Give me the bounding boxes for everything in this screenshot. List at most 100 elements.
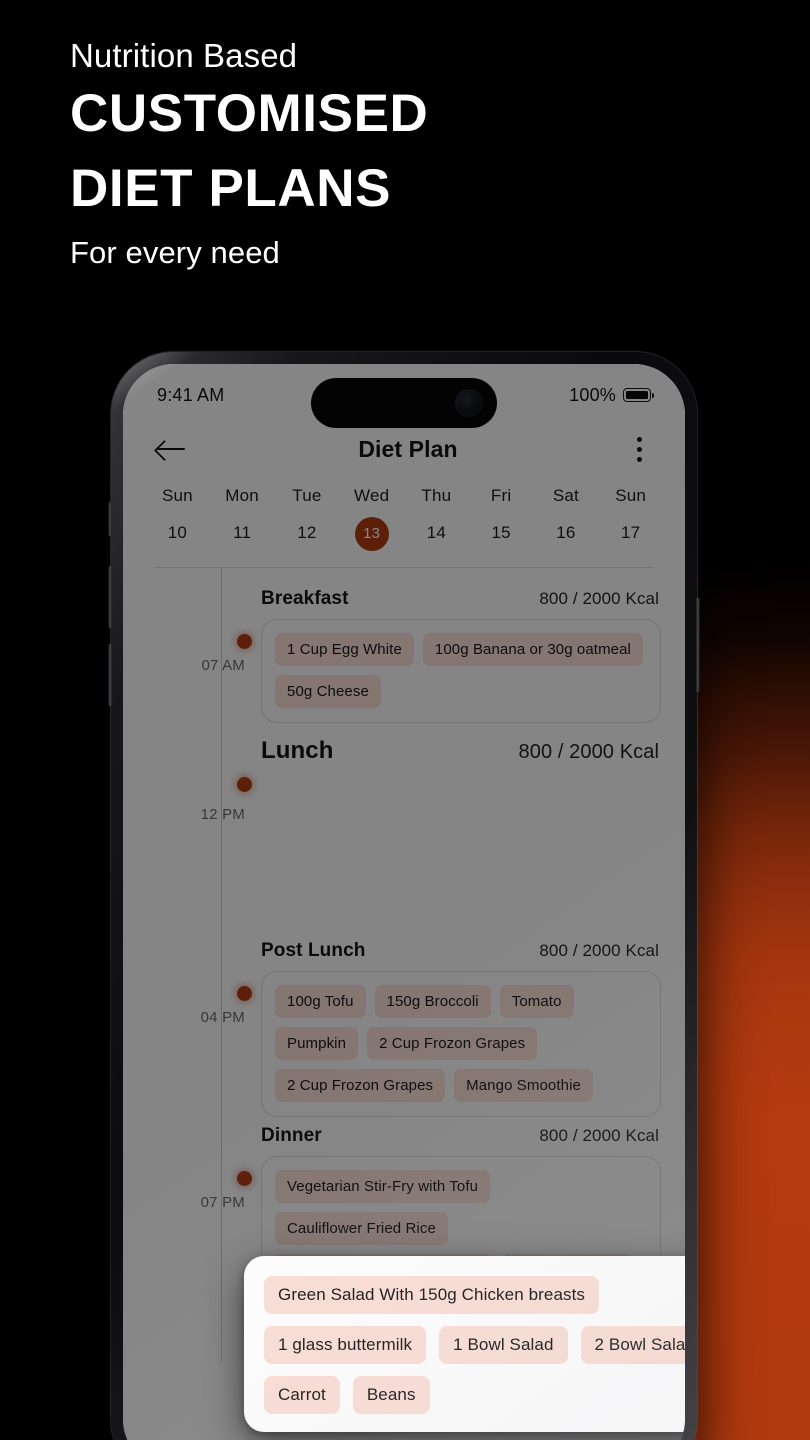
popover-item-chip[interactable]: 1 Bowl Salad xyxy=(439,1326,568,1364)
lunch-items-popover: Green Salad With 150g Chicken breasts 1 … xyxy=(244,1256,685,1432)
meal-time-column: 07 AM xyxy=(145,619,245,674)
meal-items-card xyxy=(261,774,661,934)
meal-calories: 800 / 2000 Kcal xyxy=(518,741,659,763)
date-cell-12[interactable]: 12 xyxy=(275,523,340,543)
meal-item-chip[interactable]: 100g Tofu xyxy=(275,985,366,1018)
weekday-label: Wed xyxy=(354,486,390,505)
volume-down-button[interactable] xyxy=(108,644,112,706)
date-cell-11[interactable]: 11 xyxy=(210,523,275,543)
weekday-label: Sun xyxy=(161,486,193,505)
meal-item-chip[interactable]: Vegetarian Stir-Fry with Tofu xyxy=(275,1170,491,1203)
timeline-dot-icon xyxy=(237,777,252,792)
weekday-label: Fri xyxy=(490,486,512,505)
meal-item-chip[interactable]: 2 Cup Frozon Grapes xyxy=(367,1027,538,1060)
weekday-label: Sat xyxy=(552,486,579,505)
date-label: 15 xyxy=(491,523,511,542)
popover-item-chip[interactable]: 2 Bowl Salad xyxy=(580,1326,685,1364)
app-bar: Diet Plan xyxy=(123,426,685,474)
meal-section-lunch: Lunch 800 / 2000 Kcal 12 PM xyxy=(145,737,663,934)
meal-item-chip[interactable]: Tomato xyxy=(499,985,574,1018)
meal-item-chip[interactable]: 1 Cup Egg White xyxy=(275,633,414,666)
headline-line-2: DIET PLANS xyxy=(70,158,392,218)
weekday-cell: Fri xyxy=(469,486,534,506)
ambient-glow-bottom xyxy=(690,640,810,1440)
date-label: 11 xyxy=(233,523,252,542)
meal-title: Dinner xyxy=(261,1125,322,1146)
meal-header: Breakfast 800 / 2000 Kcal xyxy=(145,588,663,610)
meal-item-chip[interactable]: Cauliflower Fried Rice xyxy=(275,1212,448,1245)
popover-item-chip[interactable]: Green Salad With 150g Chicken breasts xyxy=(264,1276,600,1314)
headline-subtitle: For every need xyxy=(70,235,280,271)
date-label: 16 xyxy=(556,523,576,542)
meal-time-label: 07 PM xyxy=(200,1194,245,1211)
meal-time-column: 07 PM xyxy=(145,1156,245,1211)
timeline-dot-icon xyxy=(237,1171,252,1186)
timeline-dot-icon xyxy=(237,986,252,1001)
meal-time-column: 12 PM xyxy=(145,774,245,823)
status-bar-time: 9:41 AM xyxy=(157,384,225,405)
meal-calories: 800 / 2000 Kcal xyxy=(539,1126,659,1145)
headline-block: Nutrition Based CUSTOMISED DIET PLANS Fo… xyxy=(70,36,730,273)
silent-switch-button[interactable] xyxy=(108,502,112,536)
popover-item-chip[interactable]: Carrot xyxy=(264,1376,340,1414)
date-cell-15[interactable]: 15 xyxy=(469,523,534,543)
weekday-label: Tue xyxy=(292,486,322,505)
weekday-cell: Wed xyxy=(339,486,404,506)
volume-up-button[interactable] xyxy=(108,566,112,628)
weekday-cell: Sat xyxy=(534,486,599,506)
meal-time-label: 12 PM xyxy=(200,806,245,823)
weekday-cell: Thu xyxy=(404,486,469,506)
date-label: 14 xyxy=(426,523,447,542)
meal-body: 04 PM 100g Tofu 150g Broccoli Tomato Pum… xyxy=(145,971,663,1117)
meal-header: Post Lunch 800 / 2000 Kcal xyxy=(145,940,663,962)
meal-items-card: 1 Cup Egg White 100g Banana or 30g oatme… xyxy=(261,619,661,723)
date-number-row: 10 11 12 13 14 15 16 17 xyxy=(145,516,663,551)
meal-title: Post Lunch xyxy=(261,940,366,961)
more-options-icon[interactable] xyxy=(627,434,653,464)
date-cell-10[interactable]: 10 xyxy=(145,523,210,543)
week-date-selector[interactable]: Sun Mon Tue Wed Thu Fri Sat Sun 10 11 12… xyxy=(123,474,685,568)
poster-canvas: Nutrition Based CUSTOMISED DIET PLANS Fo… xyxy=(0,0,810,1440)
date-cell-17[interactable]: 17 xyxy=(598,523,663,543)
popover-item-chip[interactable]: Beans xyxy=(352,1376,430,1414)
weekday-label: Mon xyxy=(225,486,259,505)
date-label: 17 xyxy=(620,523,641,542)
meal-item-chip[interactable]: 100g Banana or 30g oatmeal xyxy=(422,633,643,666)
meal-item-chip[interactable]: 2 Cup Frozon Grapes xyxy=(275,1069,446,1102)
headline-kicker: Nutrition Based xyxy=(70,37,298,74)
battery-icon xyxy=(623,388,654,402)
meal-timeline: Breakfast 800 / 2000 Kcal 07 AM 1 Cup Eg… xyxy=(123,568,685,1362)
date-label: 10 xyxy=(167,523,188,542)
timeline-dot-icon xyxy=(237,634,252,649)
weekday-label: Thu xyxy=(421,486,452,505)
meal-time-label: 04 PM xyxy=(200,1009,245,1026)
meal-header: Lunch 800 / 2000 Kcal xyxy=(145,737,663,765)
meal-item-chip[interactable]: 50g Cheese xyxy=(275,675,381,708)
meal-items-card: 100g Tofu 150g Broccoli Tomato Pumpkin 2… xyxy=(261,971,661,1117)
meal-calories: 800 / 2000 Kcal xyxy=(539,589,659,608)
power-button[interactable] xyxy=(696,598,700,692)
popover-item-chip[interactable]: 1 glass buttermilk xyxy=(264,1326,427,1364)
date-cell-16[interactable]: 16 xyxy=(534,523,599,543)
meal-item-chip[interactable]: Mango Smoothie xyxy=(454,1069,593,1102)
selected-date-pill: 13 xyxy=(354,516,389,551)
date-label: 12 xyxy=(297,523,317,542)
battery-percent-label: 100% xyxy=(569,384,616,405)
meal-body: 12 PM xyxy=(145,774,663,934)
meal-calories: 800 / 2000 Kcal xyxy=(539,941,659,960)
meal-time-column: 04 PM xyxy=(145,971,245,1026)
meal-item-chip[interactable]: 150g Broccoli xyxy=(374,985,491,1018)
date-cell-13-selected[interactable]: 13 xyxy=(339,516,404,551)
weekday-cell: Mon xyxy=(210,486,275,506)
status-bar-right: 100% xyxy=(569,384,654,406)
phone-screen: 9:41 AM 100% Diet Plan Sun Mon Tue Wed T… xyxy=(123,364,685,1440)
meal-header: Dinner 800 / 2000 Kcal xyxy=(145,1125,663,1147)
meal-section-post-lunch: Post Lunch 800 / 2000 Kcal 04 PM 100g To… xyxy=(145,940,663,1117)
date-cell-14[interactable]: 14 xyxy=(404,523,469,543)
phone-mockup: 9:41 AM 100% Diet Plan Sun Mon Tue Wed T… xyxy=(108,352,700,1440)
meal-title: Lunch xyxy=(261,737,334,764)
meal-item-chip[interactable]: Pumpkin xyxy=(275,1027,359,1060)
meal-section-breakfast: Breakfast 800 / 2000 Kcal 07 AM 1 Cup Eg… xyxy=(145,588,663,723)
back-arrow-icon[interactable] xyxy=(155,435,189,463)
page-title: Diet Plan xyxy=(358,435,458,462)
